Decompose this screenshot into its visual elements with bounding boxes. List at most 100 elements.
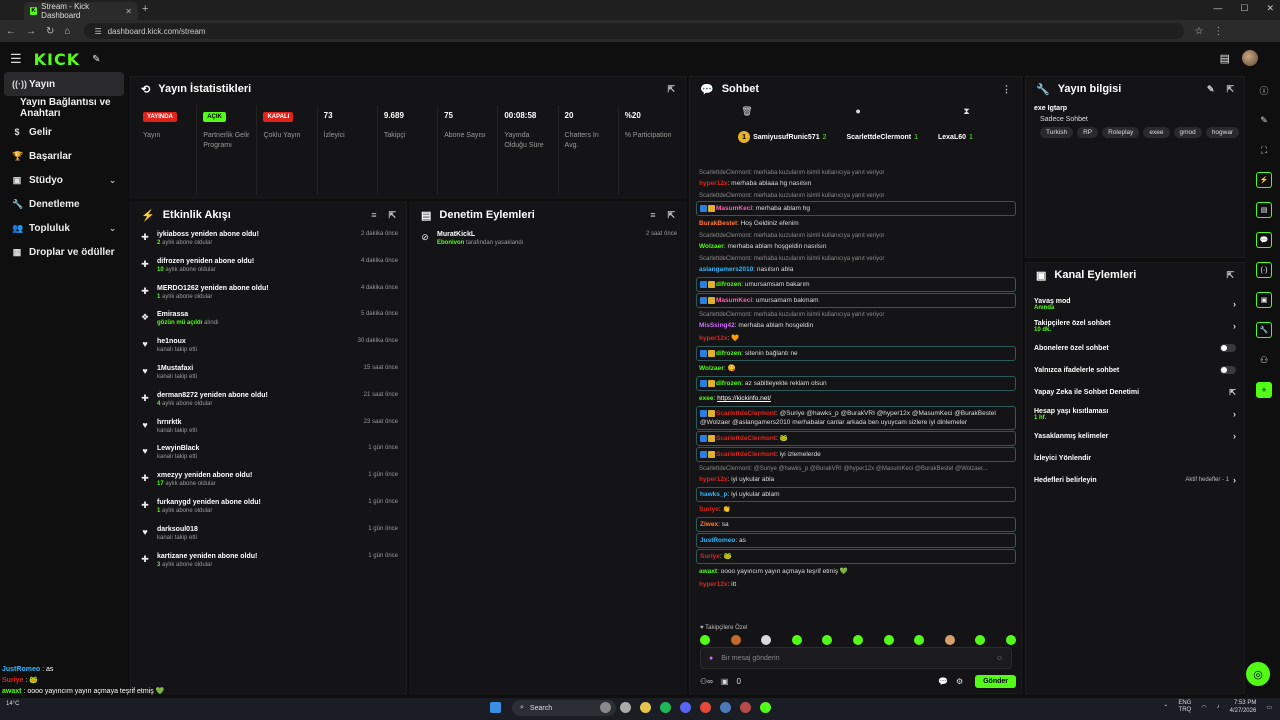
sidebar-item[interactable]: 🏆 Başarılar — [0, 144, 128, 168]
channel-action-row[interactable]: Yasaklanmış kelimeler › — [1026, 425, 1244, 447]
chat-link[interactable]: https://kickinfo.net/ — [717, 395, 771, 402]
channel-action-row[interactable]: Yavaş mod Anında › — [1026, 293, 1244, 315]
chat-message[interactable]: hyper12x: merhaba ablaaa hg nasılsın — [696, 177, 1016, 190]
activity-item[interactable]: ✚ xmezyy yeniden abone oldu! 17 aylık abon… — [131, 468, 406, 495]
volume-icon[interactable]: ♪ — [1217, 704, 1220, 710]
add-widget-icon[interactable]: + — [1256, 382, 1272, 398]
chat-message[interactable]: hyper12x: 🧡 — [696, 332, 1016, 345]
chat-username[interactable]: hawks_p — [700, 491, 727, 498]
kick-logo[interactable]: KICK — [34, 50, 81, 69]
channel-action-row[interactable]: İzleyici Yönlendir — [1026, 447, 1244, 469]
chat-message[interactable]: MisSsing42: merhaba ablam hosgeldin — [696, 319, 1016, 332]
activity-item[interactable]: ✚ kartizane yeniden abone oldu! 3 aylık ab… — [131, 549, 406, 576]
chat-username[interactable]: BurakBestel — [699, 220, 737, 227]
browser-menu-icon[interactable]: ⋮ — [1213, 26, 1223, 37]
chat-message[interactable]: MasumKeci: umursamam bakmam — [696, 293, 1016, 308]
emote-icon[interactable] — [700, 635, 710, 645]
chat-username[interactable]: Suriye — [699, 506, 719, 513]
pin-icon[interactable]: ✎ — [92, 54, 100, 65]
action-control[interactable] — [1220, 366, 1236, 374]
action-control[interactable]: › — [1233, 409, 1236, 419]
expand-icon[interactable]: ⛶ — [1256, 142, 1272, 158]
action-control[interactable]: › — [1233, 321, 1236, 331]
kick-app-icon[interactable] — [760, 702, 771, 713]
chat-username[interactable]: MasumKeci — [716, 297, 752, 304]
trash-icon[interactable]: 🗑 — [741, 106, 752, 117]
chat-menu-icon[interactable]: ⋮ — [1002, 84, 1011, 95]
sidebar-item[interactable]: ((·)) Yayın — [4, 72, 124, 96]
filter-icon[interactable]: ≡ — [650, 210, 655, 221]
chat-username[interactable]: Ziwex — [700, 521, 718, 528]
chat-username[interactable]: Wolzaer — [699, 243, 724, 250]
action-control[interactable]: Aktif hedefler - 1 › — [1185, 475, 1236, 485]
chat-mode-icon[interactable]: ● — [855, 106, 860, 116]
chrome-icon[interactable] — [700, 702, 711, 713]
chat-username[interactable]: ScarlettdeClermont — [716, 410, 776, 417]
home-icon[interactable]: ⌂ — [64, 26, 70, 37]
channel-action-row[interactable]: Abonelere özel sohbet — [1026, 337, 1244, 359]
chat-username[interactable]: hyper12x — [699, 581, 728, 588]
chevron-down-icon[interactable]: ⌄ — [109, 176, 116, 185]
channel-action-row[interactable]: Hesap yaşı kısıtlaması 1 hf. › — [1026, 403, 1244, 425]
pencil-icon[interactable]: ✎ — [1256, 112, 1272, 128]
app-icon[interactable] — [740, 702, 751, 713]
pinned-gifter[interactable]: LexaL60 1 — [938, 134, 973, 141]
pinned-gifter[interactable]: 1 SamiyusufRunic571 2 — [738, 131, 827, 143]
activity-item[interactable]: ✚ difrozen yeniden abone oldu! 10 aylık ab… — [131, 254, 406, 281]
chat-input[interactable]: ● Bir mesaj gönderin ☺ — [700, 647, 1012, 669]
chat-message[interactable]: ScarlettdeClermont: iyi izlemelerde — [696, 447, 1016, 462]
chat-message[interactable]: MasumKeci: merhaba ablam hg — [696, 201, 1016, 216]
chat-username[interactable]: Suriye — [700, 553, 720, 560]
close-tab-icon[interactable]: ✕ — [125, 7, 132, 16]
activity-item[interactable]: ♥ LewyinBlack kanalı takip etti 1 gün önce — [131, 441, 406, 468]
pinned-gifter[interactable]: ScarlettdeClermont 1 — [847, 134, 918, 141]
emote-icon[interactable] — [914, 635, 925, 645]
emote-icon[interactable] — [730, 635, 741, 645]
chat-username[interactable]: MisSsing42 — [699, 322, 735, 329]
hamburger-menu-icon[interactable]: ☰ — [10, 51, 22, 67]
chat-message[interactable]: awaxt: oooo yayıncım yayın açmaya teşrif… — [696, 565, 1016, 578]
chat-message[interactable]: hawks_p: iyi uykular ablam — [696, 487, 1016, 502]
notifications-icon[interactable]: ▭ — [1266, 704, 1272, 711]
clock[interactable]: 7:53 PM 4/27/2026 — [1230, 699, 1257, 715]
emote-icon[interactable] — [975, 635, 986, 645]
chat-message[interactable]: ScarlettdeClermont: @Suriye @hawks_p @Bu… — [696, 406, 1016, 430]
channel-action-row[interactable]: Takipçilere özel sohbet 10 dk. › — [1026, 315, 1244, 337]
new-tab-button[interactable]: + — [142, 3, 148, 15]
gift-count-icon[interactable]: ▣ — [721, 677, 729, 686]
wrench-rail-icon[interactable]: 🔧 — [1256, 322, 1272, 338]
weather-widget[interactable]: 14°C — [6, 700, 19, 708]
chat-username[interactable]: difrozen — [716, 350, 741, 357]
bolt-rail-icon[interactable]: ⚡ — [1256, 172, 1272, 188]
chat-message[interactable]: difrozen: az sabitleyekte reklam olsun — [696, 376, 1016, 391]
audit-item[interactable]: ⊘ MuratKickL Ebonivon tarafından yasakland… — [411, 227, 685, 254]
chat-message[interactable]: Wolzaer: 😋 — [696, 362, 1016, 375]
chat-message[interactable]: difrozen: sitenin bağlantı ne — [696, 346, 1016, 361]
chat-username[interactable]: MasumKeci — [716, 205, 752, 212]
chat-username[interactable]: ScarlettdeClermont — [716, 435, 776, 442]
sidebar-item[interactable]: ▣ Stüdyo ⌄ — [0, 168, 128, 192]
activity-item[interactable]: ✚ furkanygd yeniden abone oldu! 1 aylık ab… — [131, 495, 406, 522]
chat-message[interactable]: aslangamers2010: nasılsın abla — [696, 263, 1016, 276]
emote-icon[interactable] — [822, 635, 833, 645]
windows-icon[interactable] — [490, 702, 501, 713]
toggle-switch[interactable] — [1220, 366, 1236, 374]
action-control[interactable]: › — [1233, 299, 1236, 309]
chat-username[interactable]: JustRomeo — [700, 537, 735, 544]
browser-tab[interactable]: K Stream - Kick Dashboard ✕ — [24, 2, 138, 20]
tag-chip[interactable]: exee — [1143, 127, 1170, 138]
popout-icon[interactable]: ⇱ — [388, 210, 396, 221]
chat-message[interactable]: JustRomeo: as — [696, 533, 1016, 548]
microphone-icon[interactable]: ● — [709, 655, 713, 662]
chat-message[interactable]: Ziwex: sa — [696, 517, 1016, 532]
activity-item[interactable]: ✚ iykiaboss yeniden abone oldu! 2 aylık ab… — [131, 227, 406, 254]
chat-message[interactable]: Suriye: 🐸 — [696, 549, 1016, 564]
url-field[interactable]: ☰ dashboard.kick.com/stream — [84, 23, 1185, 39]
hourglass-icon[interactable]: ⧗ — [963, 106, 969, 117]
chat-message[interactable]: BurakBestel: Hoş Geldiniz efenim — [696, 217, 1016, 230]
send-button[interactable]: Gönder — [975, 674, 1016, 688]
bookmark-star-icon[interactable]: ☆ — [1194, 26, 1203, 37]
edit-icon[interactable]: ✎ — [1207, 84, 1215, 95]
chat-message[interactable]: difrozen: umursamsam bakarım — [696, 277, 1016, 292]
emoji-icon[interactable]: ☺ — [996, 655, 1003, 662]
